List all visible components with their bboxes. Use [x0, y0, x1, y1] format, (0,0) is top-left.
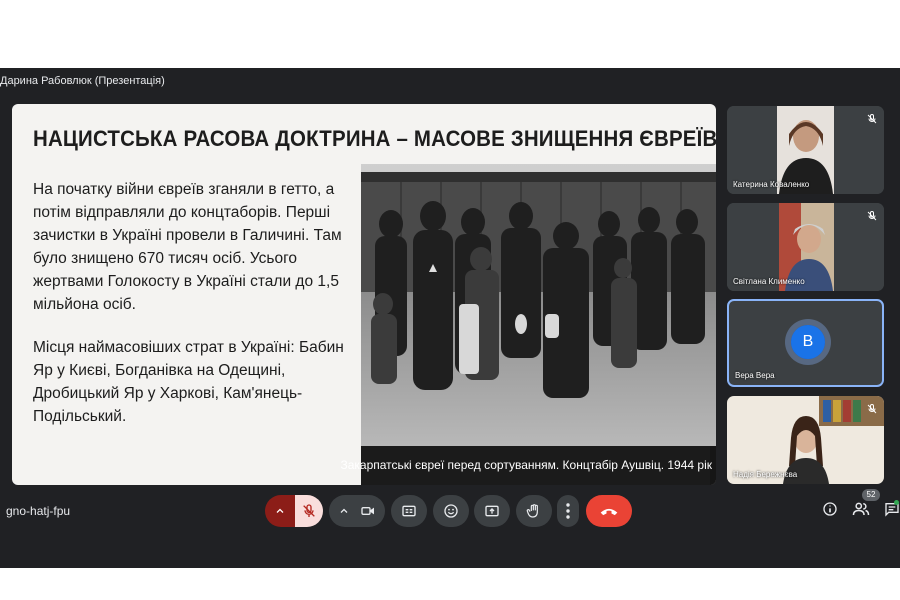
raise-hand-icon	[526, 503, 542, 519]
present-icon	[484, 503, 500, 519]
chevron-up-icon	[274, 505, 286, 517]
meeting-details-button[interactable]	[820, 501, 840, 521]
end-call-icon	[599, 505, 619, 517]
participant-name: Вера Вера	[735, 371, 775, 380]
photo-image	[361, 164, 716, 446]
participant-name: Світлана Клименко	[733, 277, 805, 286]
mic-off-icon	[866, 112, 878, 124]
presenter-name: Дарина Рабовлюк (Презентація)	[0, 75, 165, 87]
people-button[interactable]	[851, 501, 871, 521]
slide-paragraph-1: На початку війни євреїв зганяли в гетто,…	[33, 181, 342, 313]
top-margin	[0, 0, 900, 68]
mic-off-icon	[866, 209, 878, 221]
audio-options-button[interactable]	[265, 495, 295, 527]
avatar: В	[791, 325, 825, 359]
captions-icon	[401, 503, 417, 519]
photo-caption: Закарпатські євреї перед сортуванням. Ко…	[340, 458, 712, 472]
camera-off-icon	[360, 503, 376, 519]
mic-off-icon	[866, 402, 878, 414]
captions-button[interactable]	[391, 495, 427, 527]
speaking-indicator: В	[791, 325, 825, 359]
participant-tile[interactable]: Катерина Коваленко	[727, 106, 884, 194]
more-options-icon	[566, 503, 570, 519]
people-icon	[852, 501, 870, 522]
participant-name: Надія Бережнєва	[733, 470, 798, 479]
camera-button[interactable]	[329, 495, 385, 527]
participant-name: Катерина Коваленко	[733, 180, 810, 189]
more-options-button[interactable]	[557, 495, 579, 527]
participant-tile[interactable]: Світлана Клименко	[727, 203, 884, 291]
mic-off-icon	[301, 503, 317, 519]
slide-title: НАЦИСТСЬКА РАСОВА ДОКТРИНА – МАСОВЕ ЗНИЩ…	[33, 126, 716, 151]
present-button[interactable]	[474, 495, 510, 527]
presenter-bar: Дарина Рабовлюк (Презентація)	[0, 68, 900, 94]
meeting-code[interactable]: gno-hatj-fpu	[6, 504, 70, 518]
slide-paragraph-2: Місця наймасовіших страт в Україні: Баби…	[33, 339, 344, 425]
historical-photo	[361, 164, 716, 485]
raise-hand-button[interactable]	[516, 495, 552, 527]
bottom-margin	[0, 568, 900, 600]
microphone-button[interactable]	[295, 495, 323, 527]
participant-tile[interactable]: Надія Бережнєва	[727, 396, 884, 484]
people-count-badge: 52	[862, 489, 880, 501]
activity-dot	[894, 500, 899, 505]
chevron-up-icon	[338, 505, 350, 517]
slide-body: На початку війни євреїв зганяли в гетто,…	[33, 178, 353, 448]
reactions-button[interactable]	[433, 495, 469, 527]
meet-window: Дарина Рабовлюк (Презентація) НАЦИСТСЬКА…	[0, 0, 900, 600]
info-icon	[822, 501, 838, 522]
emoji-icon	[443, 503, 459, 519]
presentation-slide: НАЦИСТСЬКА РАСОВА ДОКТРИНА – МАСОВЕ ЗНИЩ…	[12, 104, 716, 485]
end-call-button[interactable]	[586, 495, 632, 527]
participant-tile-speaking[interactable]: В Вера Вера	[727, 299, 884, 387]
